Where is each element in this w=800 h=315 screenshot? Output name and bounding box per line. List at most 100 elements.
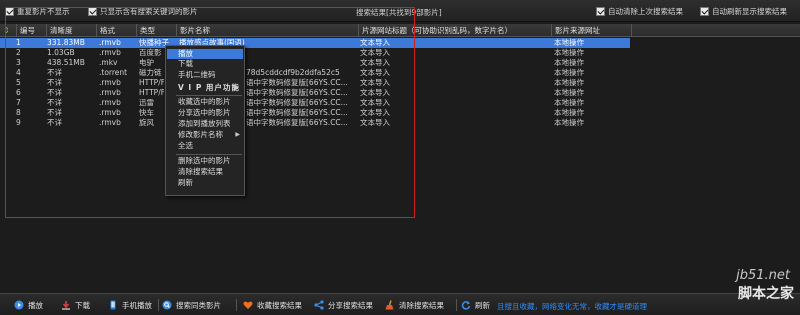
share-icon bbox=[314, 300, 324, 310]
results-table: ⇕ 编号 清晰度 格式 类型 影片名称 片源网站标题（可协助识别乱码，数字片名）… bbox=[0, 24, 800, 292]
only-keyword-option[interactable]: 只显示含有搜索关键词的影片 bbox=[88, 6, 198, 17]
cell-size: 1.03GB bbox=[47, 48, 75, 57]
cell-type: HTTP/F bbox=[139, 78, 164, 87]
mobile-play-button[interactable]: 手机播放 bbox=[108, 299, 152, 311]
menu-item-play[interactable]: 播放 bbox=[167, 49, 243, 59]
menu-item-playlist[interactable]: 添加到播放列表 bbox=[167, 119, 243, 129]
auto-clear-label: 自动清除上次搜索结果 bbox=[608, 7, 683, 16]
menu-item-select-all[interactable]: 全选 bbox=[167, 141, 243, 151]
cell-format: .mkv bbox=[99, 58, 118, 67]
menu-item-collect[interactable]: 收藏选中的影片 bbox=[167, 97, 243, 107]
cell-title: 文本导入 bbox=[360, 108, 390, 117]
cell-name: 语中字数码修复版[66YS.CC... bbox=[246, 88, 348, 97]
cell-name: 语中字数码修复版[66YS.CC... bbox=[246, 108, 348, 117]
cell-format: .rmvb bbox=[99, 98, 121, 107]
search-status: 搜索结果[共找到9部影片] bbox=[356, 8, 442, 17]
cell-id: 8 bbox=[16, 108, 21, 117]
col-header-title[interactable]: 片源网站标题（可协助识别乱码，数字片名） bbox=[358, 24, 551, 37]
cell-source: 本地操作 bbox=[554, 48, 584, 57]
refresh-button-label: 刷新 bbox=[475, 300, 490, 310]
auto-refresh-label: 自动刷新显示搜索结果 bbox=[712, 7, 787, 16]
cell-size: 不详 bbox=[47, 68, 62, 77]
context-menu: 播放 下载 手机二维码 V I P 用户功能 ▶ 收藏选中的影片 分享选中的影片… bbox=[165, 45, 245, 196]
cell-type: 快车 bbox=[139, 108, 154, 117]
notice-text: 且搜且收藏，网络变化无常，收藏才是硬道理 bbox=[497, 302, 647, 311]
table-row[interactable]: 6 不详 .rmvb HTTP/F 语中字数码修复版[66YS.CC... 文本… bbox=[0, 88, 630, 98]
table-row[interactable]: 4 不详 .torrent 磁力链 78d5cddcdf9b2ddfa52c5 … bbox=[0, 68, 630, 78]
col-header-format[interactable]: 格式 bbox=[96, 24, 136, 37]
cell-format: .torrent bbox=[99, 68, 128, 77]
col-header-name[interactable]: 影片名称 bbox=[176, 24, 358, 37]
cell-title: 文本导入 bbox=[360, 68, 390, 77]
col-header-type[interactable]: 类型 bbox=[136, 24, 176, 37]
cell-format: .rmvb bbox=[99, 38, 121, 47]
only-keyword-label: 只显示含有搜索关键词的影片 bbox=[100, 7, 198, 16]
menu-item-refresh[interactable]: 刷新 bbox=[167, 178, 243, 188]
col-header-id[interactable]: 编号 bbox=[16, 24, 46, 37]
col-header-blank bbox=[631, 24, 800, 37]
menu-separator bbox=[176, 95, 242, 96]
cell-id: 1 bbox=[16, 38, 21, 47]
download-button[interactable]: 下载 bbox=[61, 299, 90, 311]
cell-format: .rmvb bbox=[99, 48, 121, 57]
cell-format: .rmvb bbox=[99, 88, 121, 97]
menu-item-share[interactable]: 分享选中的影片 bbox=[167, 108, 243, 118]
col-header-size[interactable]: 清晰度 bbox=[46, 24, 96, 37]
download-icon bbox=[62, 301, 70, 310]
cell-format: .rmvb bbox=[99, 108, 121, 117]
play-icon bbox=[14, 300, 24, 310]
refresh-button[interactable]: 刷新 bbox=[461, 299, 490, 311]
only-keyword-checkbox[interactable] bbox=[88, 7, 97, 16]
cell-source: 本地操作 bbox=[554, 78, 584, 87]
table-row[interactable]: 1 331.83MB .rmvb 快播种子 播放感点故事(国语) 文本导入 本地… bbox=[0, 38, 630, 48]
col-header-source[interactable]: 影片来源网址 bbox=[551, 24, 631, 37]
cell-source: 本地操作 bbox=[554, 108, 584, 117]
cell-source: 本地操作 bbox=[554, 88, 584, 97]
cell-id: 3 bbox=[16, 58, 21, 67]
share-results-button[interactable]: 分享搜索结果 bbox=[314, 299, 373, 311]
download-button-label: 下载 bbox=[75, 300, 90, 310]
menu-item-vip[interactable]: V I P 用户功能 ▶ bbox=[167, 83, 243, 93]
cell-title: 文本导入 bbox=[360, 48, 390, 57]
cell-id: 7 bbox=[16, 98, 21, 107]
cell-id: 9 bbox=[16, 118, 21, 127]
menu-item-vip-label: V I P 用户功能 bbox=[178, 83, 240, 92]
cell-size: 不详 bbox=[47, 108, 62, 117]
menu-item-rename[interactable]: 修改影片名称 ▶ bbox=[167, 130, 243, 140]
table-row[interactable]: 5 不详 .rmvb HTTP/F 语中字数码修复版[66YS.CC... 文本… bbox=[0, 78, 630, 88]
play-button[interactable]: 播放 bbox=[14, 299, 43, 311]
watermark-name: 脚本之家 bbox=[738, 286, 794, 302]
auto-clear-checkbox[interactable] bbox=[596, 7, 605, 16]
menu-item-delete[interactable]: 删除选中的影片 bbox=[167, 156, 243, 166]
table-row[interactable]: 2 1.03GB .rmvb 百度影 文本导入 本地操作 bbox=[0, 48, 630, 58]
table-row[interactable]: 3 438.51MB .mkv 电驴 文本导入 本地操作 bbox=[0, 58, 630, 68]
cell-format: .rmvb bbox=[99, 78, 121, 87]
cell-name: 语中字数码修复版[66YS.CC... bbox=[246, 78, 348, 87]
menu-separator bbox=[176, 154, 242, 155]
clear-results-button[interactable]: 清除搜索结果 bbox=[385, 299, 444, 311]
menu-item-qr[interactable]: 手机二维码 bbox=[167, 70, 243, 80]
sort-arrow-icon[interactable]: ⇕ bbox=[3, 26, 10, 35]
collect-results-button[interactable]: 收藏搜索结果 bbox=[243, 299, 302, 311]
cell-title: 文本导入 bbox=[360, 118, 390, 127]
search-similar-button-label: 搜索同类影片 bbox=[176, 300, 221, 310]
cell-type: 迅雷 bbox=[139, 98, 154, 107]
hide-duplicates-option[interactable]: 重复影片不显示 bbox=[5, 6, 70, 17]
submenu-arrow-icon: ▶ bbox=[235, 131, 240, 138]
auto-clear-option[interactable]: 自动清除上次搜索结果 bbox=[596, 6, 683, 17]
table-row[interactable]: 8 不详 .rmvb 快车 语中字数码修复版[66YS.CC... 文本导入 本… bbox=[0, 108, 630, 118]
cell-title: 文本导入 bbox=[360, 88, 390, 97]
menu-item-download[interactable]: 下载 bbox=[167, 59, 243, 69]
cell-size: 不详 bbox=[47, 98, 62, 107]
menu-item-clear[interactable]: 清除搜索结果 bbox=[167, 167, 243, 177]
cell-source: 本地操作 bbox=[554, 68, 584, 77]
table-row[interactable]: 9 不详 .rmvb 旋风 语中字数码修复版[66YS.CC... 文本导入 本… bbox=[0, 118, 630, 128]
search-similar-button[interactable]: 搜索同类影片 bbox=[162, 299, 221, 311]
phone-icon bbox=[110, 300, 116, 310]
cell-format: .rmvb bbox=[99, 118, 121, 127]
cell-type: 电驴 bbox=[139, 58, 154, 67]
auto-refresh-checkbox[interactable] bbox=[700, 7, 709, 16]
table-row[interactable]: 7 不详 .rmvb 迅雷 语中字数码修复版[66YS.CC... 文本导入 本… bbox=[0, 98, 630, 108]
hide-duplicates-checkbox[interactable] bbox=[5, 7, 14, 16]
auto-refresh-option[interactable]: 自动刷新显示搜索结果 bbox=[700, 6, 787, 17]
